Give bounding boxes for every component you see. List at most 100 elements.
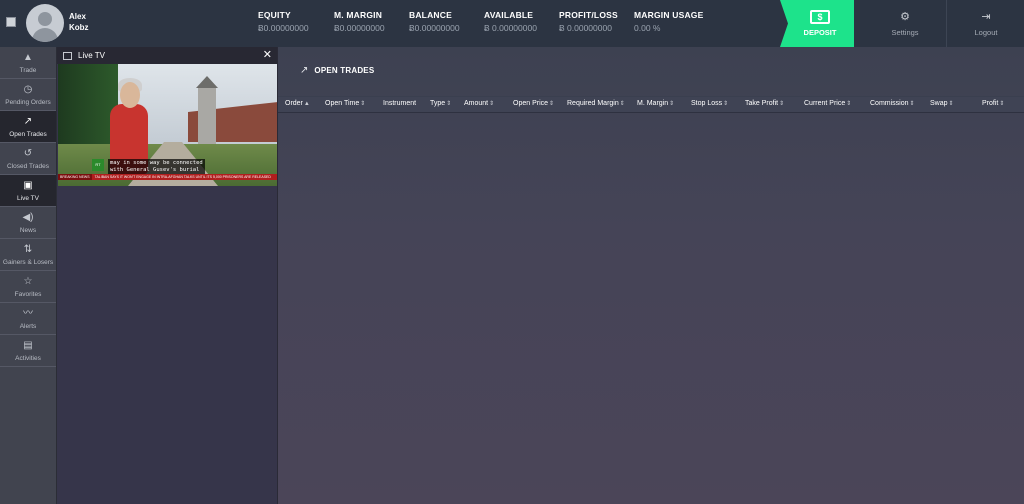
deposit-button[interactable]: $ DEPOSIT (780, 0, 854, 47)
open-trades-icon: ↗ (300, 65, 309, 76)
stat-value: Ƀ 0.00000000 (559, 23, 612, 33)
stat-value: Ƀ0.00000000 (409, 23, 460, 33)
sidebar-item-label: Activities (15, 354, 41, 362)
settings-button[interactable]: ⚙ Settings (866, 0, 944, 47)
live-tv-header: Live TV ✕ (57, 47, 277, 64)
top-header: Alex Kobz EQUITY Ƀ0.00000000 M. MARGIN Ƀ… (0, 0, 1024, 47)
sort-icon: ⇕ (909, 101, 915, 107)
column-m-margin[interactable]: M. Margin⇕ (637, 100, 674, 107)
column-label: Order (285, 100, 303, 107)
stat-label: BALANCE (409, 10, 452, 20)
sidebar-item-alerts[interactable]: 〰 Alerts (0, 303, 56, 335)
sidebar-item-label: Trade (19, 66, 37, 74)
stat-value: Ƀ0.00000000 (258, 23, 309, 33)
column-open-time[interactable]: Open Time⇕ (325, 100, 365, 107)
column-label: Open Price (513, 100, 549, 107)
live-tv-video[interactable]: RT may in some way be connected with Gen… (58, 64, 277, 186)
column-order[interactable]: Order▲ (285, 100, 310, 107)
sort-icon: ⇕ (489, 101, 495, 107)
sidebar-item-closed-trades[interactable]: ↺ Closed Trades (0, 143, 56, 175)
column-label: Current Price (804, 100, 846, 107)
sort-icon: ⇕ (779, 101, 785, 107)
column-current-price[interactable]: Current Price⇕ (804, 100, 851, 107)
column-label: Type (430, 100, 446, 107)
column-amount[interactable]: Amount⇕ (464, 100, 494, 107)
stat-value: Ƀ0.00000000 (334, 23, 385, 33)
ticker-tag: BREAKING NEWS (58, 174, 92, 180)
deposit-label: DEPOSIT (803, 28, 837, 37)
sidebar-item-pending-orders[interactable]: ◷ Pending Orders (0, 79, 56, 111)
column-swap[interactable]: Swap⇕ (930, 100, 954, 107)
avatar-body-shape (32, 28, 58, 42)
live-tv-panel: Live TV ✕ RT may in some way be connecte… (57, 47, 278, 504)
column-stop-loss[interactable]: Stop Loss⇕ (691, 100, 728, 107)
column-label: Amount (464, 100, 489, 107)
caption-line-2: with General Gusev's burial (110, 167, 200, 173)
sidebar-item-live-tv[interactable]: ▣ Live TV (0, 175, 56, 207)
stat-label: AVAILABLE (484, 10, 534, 20)
settings-label: Settings (891, 27, 919, 37)
megaphone-icon: ◀) (22, 211, 34, 223)
chart-icon: ▲ (23, 51, 33, 63)
gear-icon: ⚙ (900, 10, 910, 23)
sidebar-item-label: Open Trades (9, 130, 47, 138)
stat-available: AVAILABLE Ƀ 0.00000000 (484, 10, 537, 33)
sort-icon: ⇕ (446, 101, 452, 107)
sidebar-item-gainers-losers[interactable]: ⇅ Gainers & Losers (0, 239, 56, 271)
column-label: Required Margin (567, 100, 619, 107)
user-last-name: Kobz (69, 23, 89, 32)
sort-icon: ⇕ (360, 101, 366, 107)
open-trades-icon: ↗ (23, 115, 33, 127)
stat-profit-loss: PROFIT/LOSS Ƀ 0.00000000 (559, 10, 618, 33)
header-divider (946, 0, 947, 47)
gainers-icon: ⇅ (23, 243, 33, 255)
stat-equity: EQUITY Ƀ0.00000000 (258, 10, 309, 33)
tv-icon (63, 51, 72, 60)
sort-icon: ⇕ (948, 101, 954, 107)
sidebar-item-open-trades[interactable]: ↗ Open Trades (0, 111, 56, 143)
close-icon[interactable]: ✕ (263, 49, 272, 61)
sort-icon: ⇕ (846, 101, 852, 107)
column-label: Instrument (383, 100, 417, 107)
column-type[interactable]: Type⇕ (430, 100, 451, 107)
stat-label: PROFIT/LOSS (559, 10, 618, 20)
video-tower (196, 76, 218, 148)
stat-label: MARGIN USAGE (634, 10, 704, 20)
sidebar-item-label: Alerts (19, 322, 37, 330)
stat-balance: BALANCE Ƀ0.00000000 (409, 10, 460, 33)
star-icon: ☆ (23, 275, 33, 287)
column-profit[interactable]: Profit⇕ (982, 100, 1004, 107)
clock-icon: ◷ (23, 83, 33, 95)
sidebar-item-news[interactable]: ◀) News (0, 207, 56, 239)
column-label: Swap (930, 100, 948, 107)
sidebar-item-trade[interactable]: ▲ Trade (0, 47, 56, 79)
sidebar-item-label: Pending Orders (5, 98, 51, 106)
sidebar-item-label: Gainers & Losers (2, 258, 54, 266)
sidebar-item-favorites[interactable]: ☆ Favorites (0, 271, 56, 303)
column-open-price[interactable]: Open Price⇕ (513, 100, 554, 107)
column-take-profit[interactable]: Take Profit⇕ (745, 100, 784, 107)
sort-icon: ⇕ (669, 101, 675, 107)
column-instrument[interactable]: Instrument (383, 100, 416, 107)
column-commission[interactable]: Commission⇕ (870, 100, 915, 107)
stat-margin-usage: MARGIN USAGE 0.00 % (634, 10, 703, 33)
sort-asc-icon: ▲ (303, 101, 310, 107)
column-required-margin[interactable]: Required Margin⇕ (567, 100, 625, 107)
column-label: Stop Loss (691, 100, 723, 107)
logout-button[interactable]: ⇥ Logout (948, 0, 1024, 47)
page-title: ↗ OPEN TRADES (300, 65, 374, 76)
activities-icon: ▤ (23, 339, 33, 351)
user-first-name: Alex (69, 12, 86, 21)
column-label: Profit (982, 100, 999, 107)
column-label: Take Profit (745, 100, 779, 107)
logout-label: Logout (974, 27, 998, 37)
sort-icon: ⇕ (723, 101, 729, 107)
stat-value: 0.00 % (634, 23, 661, 33)
avatar[interactable] (26, 4, 64, 42)
tv-icon: ▣ (23, 179, 33, 191)
sidebar-item-label: News (19, 226, 37, 234)
stat-label: EQUITY (258, 10, 291, 20)
sidebar-item-activities[interactable]: ▤ Activities (0, 335, 56, 367)
sidebar-item-label: Live TV (17, 194, 39, 202)
sidebar: ▲ Trade ◷ Pending Orders ↗ Open Trades ↺… (0, 47, 57, 504)
